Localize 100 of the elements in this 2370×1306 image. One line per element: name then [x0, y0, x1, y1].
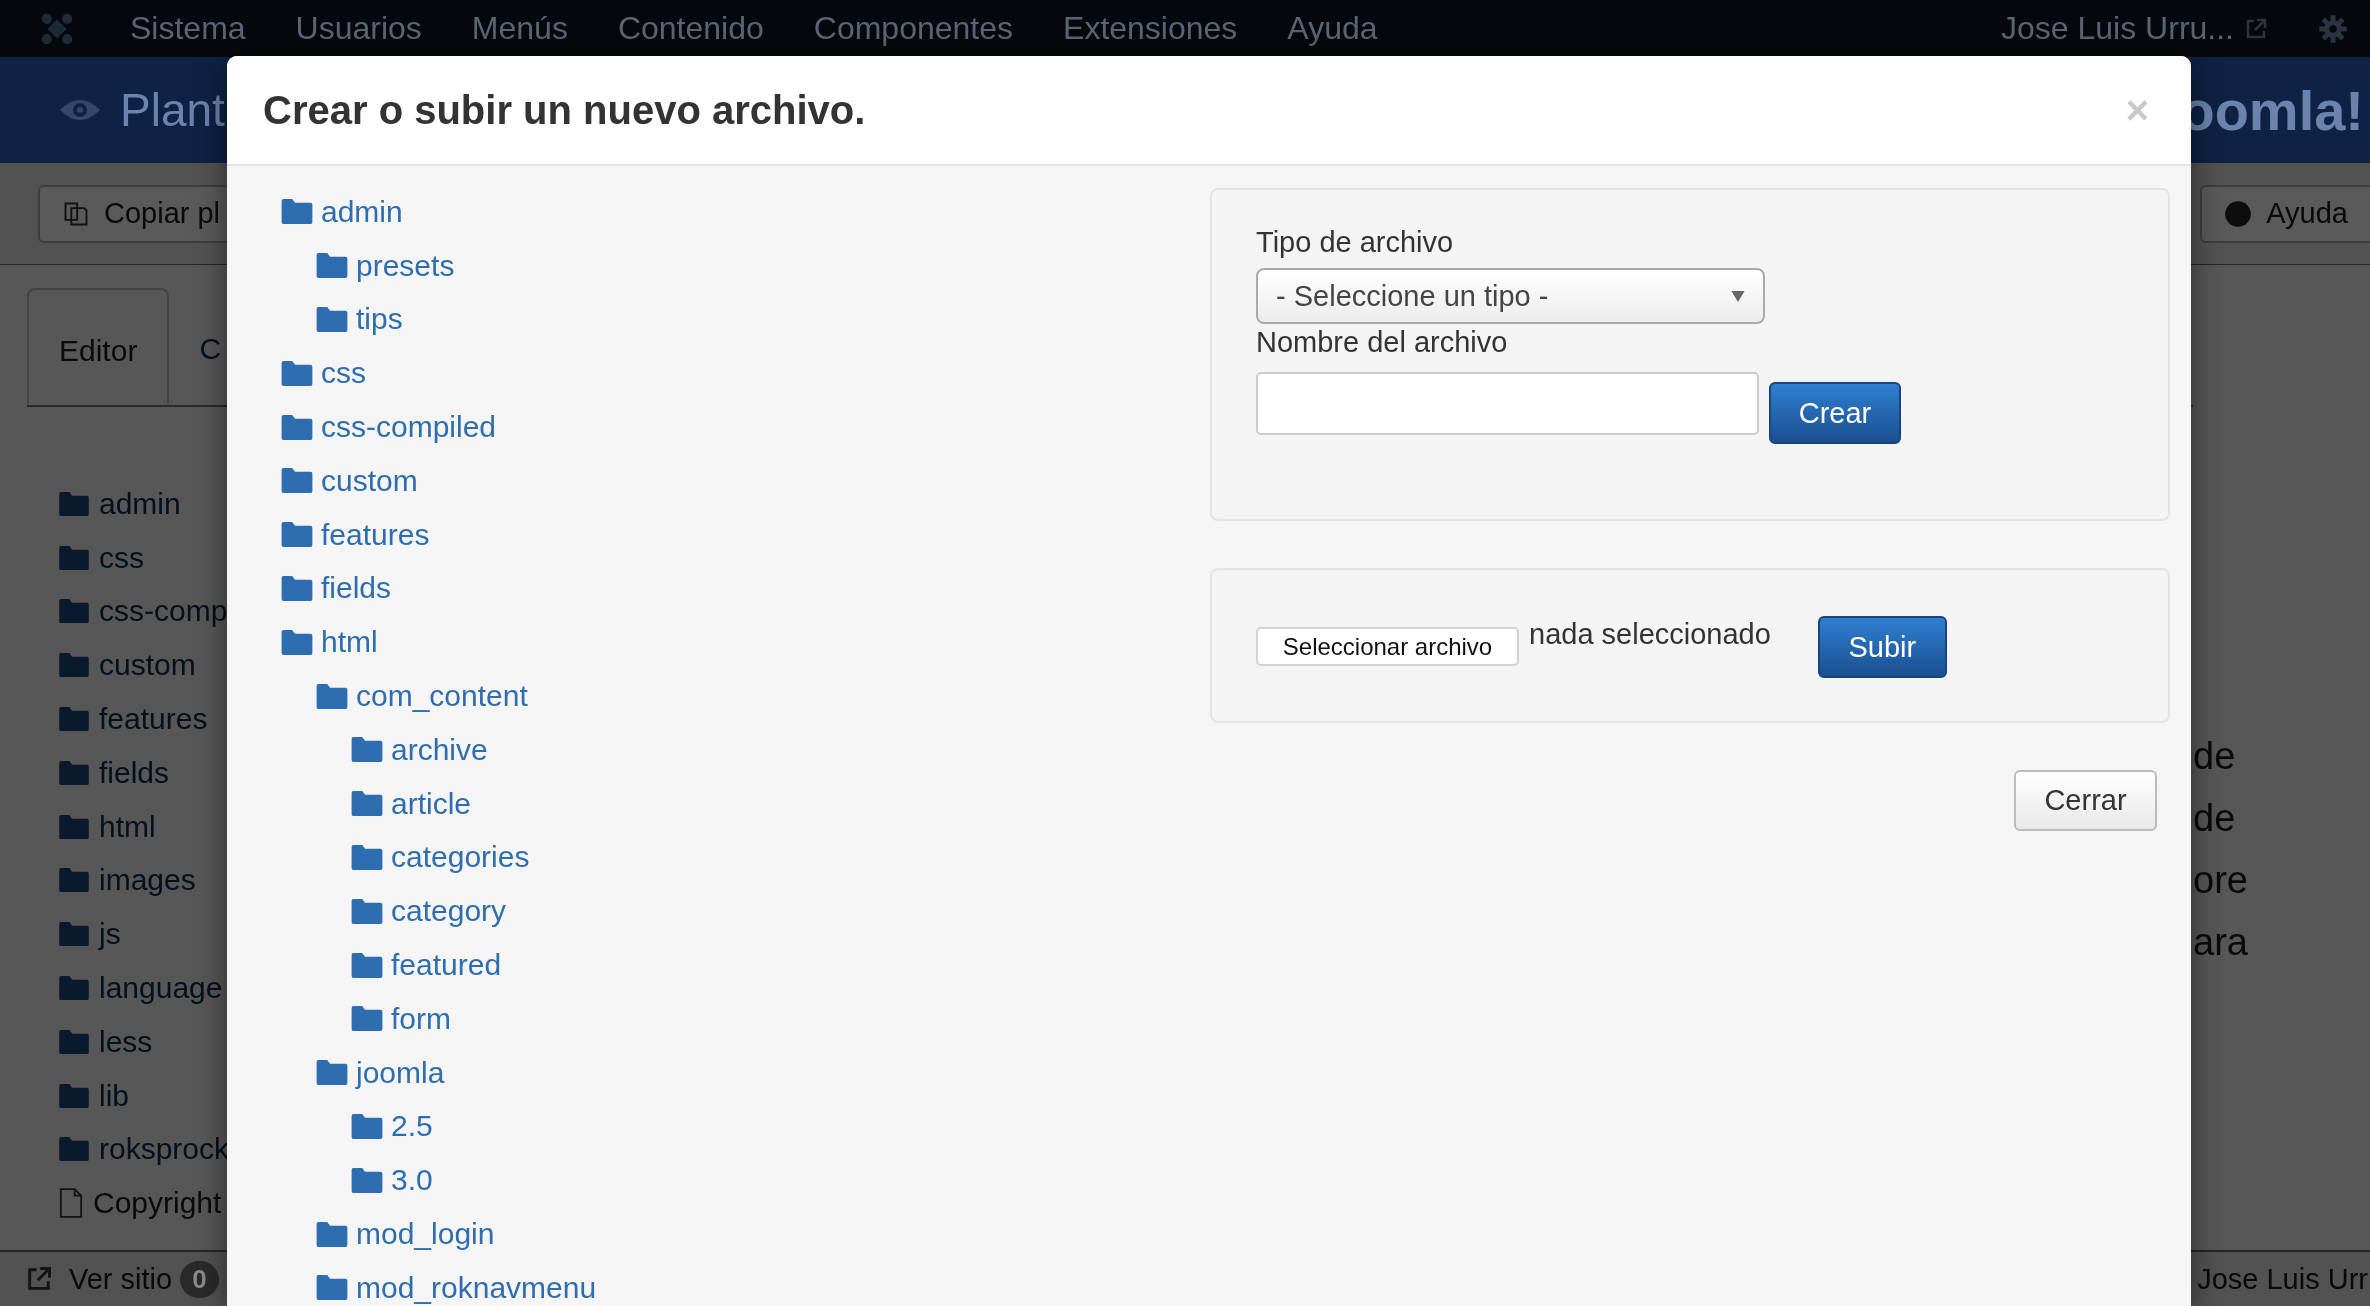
folder-icon [351, 1113, 383, 1139]
folder-icon [59, 868, 89, 893]
folder-icon [59, 814, 89, 839]
folder-link[interactable]: html [321, 625, 378, 660]
folder-icon [59, 1083, 89, 1108]
folder-icon [281, 575, 313, 601]
folder-icon [281, 414, 313, 440]
folder-link[interactable]: mod_login [356, 1217, 495, 1252]
file-tree-item[interactable]: less [99, 1024, 153, 1059]
file-tree-item[interactable]: css-comp [99, 594, 228, 629]
folder-link[interactable]: com_content [356, 679, 528, 714]
folder-icon [59, 545, 89, 570]
text-fragment: de [2193, 796, 2237, 841]
folder-icon [316, 1060, 348, 1086]
file-tree-item[interactable]: roksprock [99, 1132, 230, 1167]
field-label: Tipo de archivo [1256, 225, 1454, 260]
folder-icon [351, 898, 383, 924]
menu-item[interactable]: Sistema [130, 10, 246, 47]
menu-item[interactable]: Ayuda [1287, 10, 1378, 47]
file-tree-item[interactable]: custom [99, 648, 196, 683]
folder-icon [281, 468, 313, 494]
logo-icon [40, 11, 74, 46]
file-tree-item[interactable]: images [99, 863, 196, 898]
choose-file-button[interactable]: Seleccionar archivo [1256, 627, 1519, 666]
folder-icon [316, 307, 348, 332]
folder-icon [316, 1275, 348, 1301]
folder-link[interactable]: 3.0 [391, 1163, 433, 1198]
folder-icon [59, 653, 89, 678]
folder-icon [59, 1029, 89, 1054]
page-title: Plant [120, 83, 225, 137]
settings-icon[interactable] [2318, 13, 2348, 44]
folder-link[interactable]: custom [321, 463, 418, 498]
close-dialog-button[interactable]: Cerrar [2014, 770, 2157, 831]
external-link-icon [2244, 16, 2268, 41]
folder-icon [281, 360, 313, 386]
folder-link[interactable]: fields [321, 571, 392, 606]
user-name: Jose Luis Urr [2197, 1262, 2368, 1296]
file-icon [59, 1188, 83, 1219]
view-site-link[interactable]: Ver sitio [69, 1262, 173, 1296]
file-tree-item[interactable]: html [99, 809, 156, 844]
menu-item[interactable]: Menús [471, 10, 568, 47]
folder-icon [316, 683, 348, 709]
text-fragment: ara [2193, 920, 2249, 965]
folder-link[interactable]: presets [356, 248, 455, 283]
caret-icon [1731, 290, 1745, 302]
user-link[interactable]: Jose Luis Urru... [2001, 10, 2234, 47]
folder-link[interactable]: joomla [356, 1055, 445, 1090]
menu-item[interactable]: Componentes [813, 10, 1014, 47]
folder-link[interactable]: form [391, 1001, 451, 1036]
folder-icon [281, 199, 313, 225]
menu-item[interactable]: Extensiones [1063, 10, 1238, 47]
file-tree-item[interactable]: features [99, 702, 208, 737]
create-button[interactable]: Crear [1769, 382, 1901, 444]
upload-button[interactable]: Subir [1817, 616, 1947, 678]
folder-icon [59, 491, 89, 516]
count-badge: 0 [180, 1260, 219, 1298]
folder-link[interactable]: css-compiled [321, 410, 497, 445]
folder-link[interactable]: features [321, 517, 430, 552]
text-fragment: de [2193, 734, 2237, 779]
folder-icon [351, 844, 383, 870]
external-link-icon [25, 1265, 53, 1293]
folder-link[interactable]: admin [321, 194, 403, 229]
field-label: Nombre del archivo [1256, 325, 1508, 360]
menu-item[interactable]: Contenido [617, 10, 764, 47]
folder-icon [59, 1137, 89, 1162]
text-fragment: ore [2193, 858, 2249, 903]
file-tree-item[interactable]: fields [99, 755, 170, 790]
folder-icon [351, 1167, 383, 1193]
folder-icon [281, 629, 313, 655]
folder-link[interactable]: mod_roknavmenu [356, 1270, 597, 1305]
folder-link[interactable]: tips [356, 302, 403, 337]
file-name-field[interactable] [1256, 372, 1759, 435]
folder-link[interactable]: article [391, 786, 472, 821]
folder-icon [281, 522, 313, 548]
file-tree-item[interactable]: Copyright [93, 1186, 222, 1221]
dialog-title: Crear o subir un nuevo archivo. [263, 87, 866, 133]
folder-icon [59, 922, 89, 947]
file-status: nada seleccionado [1529, 618, 1771, 651]
folder-icon [59, 976, 89, 1001]
type-select[interactable]: - Seleccione un tipo - [1256, 268, 1765, 324]
folder-link[interactable]: featured [391, 948, 502, 983]
folder-link[interactable]: archive [391, 732, 488, 767]
folder-link[interactable]: css [321, 356, 366, 391]
folder-link[interactable]: 2.5 [391, 1109, 433, 1144]
folder-icon [316, 1221, 348, 1247]
folder-icon [59, 760, 89, 785]
file-tree-item[interactable]: lib [99, 1078, 129, 1113]
file-tree-item[interactable]: admin [99, 486, 181, 521]
menu-item[interactable]: Usuarios [295, 10, 422, 47]
toolbar-button[interactable]: Ayuda [2200, 184, 2370, 243]
folder-link[interactable]: categories [391, 840, 530, 875]
folder-icon [59, 599, 89, 624]
folder-link[interactable]: category [391, 894, 507, 929]
file-tree-item[interactable]: language [99, 971, 223, 1006]
file-tree-item[interactable]: js [99, 917, 121, 952]
tab[interactable]: Editor [27, 288, 170, 405]
file-tree-item[interactable]: css [99, 540, 144, 575]
folder-icon [351, 1006, 383, 1032]
folder-icon [59, 707, 89, 732]
folder-icon [316, 253, 348, 279]
